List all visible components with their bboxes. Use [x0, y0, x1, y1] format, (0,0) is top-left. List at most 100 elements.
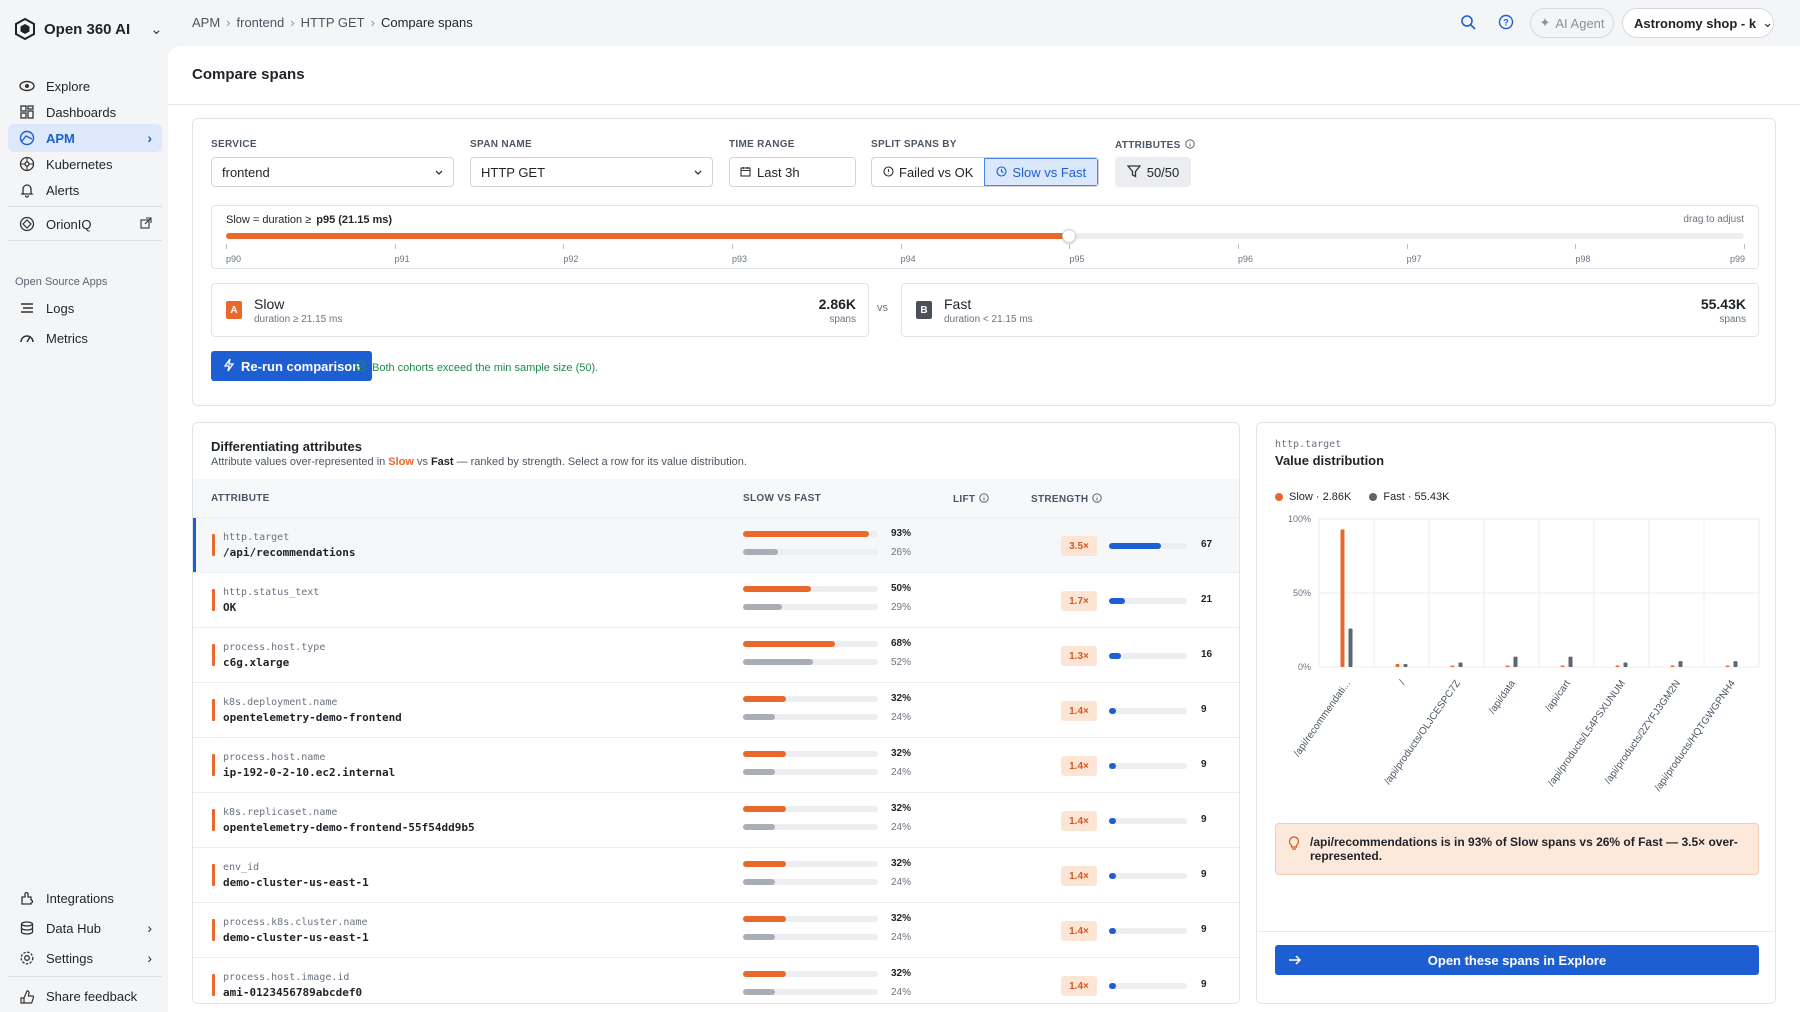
strength-value: 16 [1201, 649, 1213, 660]
sidebar-item-data-hub[interactable]: Data Hub › [8, 914, 162, 942]
attributes-filter-button[interactable]: 50/50 [1115, 157, 1191, 187]
table-row[interactable]: http.target/api/recommendations 93% 26% 3.5… [193, 517, 1239, 573]
slider-tick-label: p95 [1069, 254, 1085, 264]
table-row[interactable]: env_id demo-cluster-us-east-1 32% 24% 1.4× 9 [193, 847, 1239, 902]
breadcrumb-span[interactable]: HTTP GET [301, 15, 365, 30]
filter-icon [1126, 164, 1142, 181]
cohort-b-badge: B [916, 301, 932, 319]
sidebar-item-orioniq[interactable]: OrionIQ [8, 210, 162, 238]
sidebar-item-label: Alerts [46, 182, 80, 198]
time-range-select[interactable]: Last 3h [729, 157, 856, 187]
table-row[interactable]: process.host.type c6g.xlarge 68% 52% 1.3× 16 [193, 627, 1239, 682]
slow-bar [743, 696, 787, 702]
table-row[interactable]: process.k8s.cluster.name demo-cluster-us-… [193, 902, 1239, 957]
strength-track [1109, 983, 1187, 989]
sidebar-item-integrations[interactable]: Integrations [8, 884, 162, 912]
threshold-slider-box: Slow = duration ≥ p95 (21.15 ms) drag to… [211, 205, 1759, 269]
sidebar-item-label: Data Hub [46, 920, 101, 936]
slider-tick [394, 244, 396, 249]
sidebar-item-explore[interactable]: Explore [8, 72, 162, 100]
fast-bar-track [743, 879, 878, 885]
threshold-slider-track[interactable] [226, 229, 1744, 243]
attribute-value: demo-cluster-us-east-1 [223, 876, 369, 889]
sidebar-divider [8, 976, 162, 977]
span-name-select[interactable]: HTTP GET [470, 157, 713, 187]
sidebar-item-label: APM [46, 130, 75, 146]
workspace-selector[interactable]: Astronomy shop - k ⌄ [1622, 8, 1774, 38]
cohort-vs-label: vs [877, 302, 888, 314]
sidebar-divider [8, 240, 162, 241]
row-marker [212, 974, 215, 996]
lift-badge: 1.4× [1061, 811, 1097, 831]
value-distribution-chart: 100% 50% 0% /api/recommendati... //api/produ… [1288, 514, 1760, 794]
sidebar-item-settings[interactable]: Settings › [8, 944, 162, 972]
open-in-explore-button[interactable]: Open these spans in Explore [1275, 945, 1759, 975]
slider-tick-label: p99 [1730, 254, 1746, 264]
strength-track [1109, 598, 1187, 604]
time-range-value: Last 3h [757, 164, 800, 180]
sidebar-item-apm[interactable]: APM › [8, 124, 162, 152]
table-row[interactable]: k8s.replicaset.name opentelemetry-demo-fr… [193, 792, 1239, 847]
help-icon[interactable]: ? [1496, 12, 1516, 32]
attribute-value: c6g.xlarge [223, 656, 290, 669]
chart-bar-fast [1348, 628, 1353, 667]
org-switcher[interactable]: Open 360 AI ⌄ [14, 18, 163, 40]
split-failed-vs-ok[interactable]: Failed vs OK [872, 158, 984, 186]
slider-tick [1575, 244, 1577, 249]
table-row[interactable]: k8s.deployment.name opentelemetry-demo-fr… [193, 682, 1239, 737]
fast-bar-track [743, 824, 878, 830]
metrics-icon [18, 329, 36, 347]
sidebar-item-alerts[interactable]: Alerts [8, 176, 162, 204]
share-feedback-link[interactable]: Share feedback [8, 982, 162, 1010]
table-row[interactable]: process.host.name ip-192-0-2-10.ec2.inter… [193, 737, 1239, 792]
sidebar-item-label: Kubernetes [46, 156, 113, 172]
row-marker [212, 864, 215, 886]
calendar-icon [740, 165, 751, 180]
sidebar-item-dashboards[interactable]: Dashboards [8, 98, 162, 126]
chevron-right-icon: › [370, 15, 375, 30]
slow-pct: 68% [891, 638, 912, 649]
strength-track [1109, 708, 1187, 714]
slider-tick [1406, 244, 1408, 249]
strength-value: 9 [1201, 814, 1207, 825]
sidebar-item-kubernetes[interactable]: Kubernetes [8, 150, 162, 178]
x-tick-label: /api/recommendati... [1292, 678, 1353, 759]
fast-bar-track [743, 934, 878, 940]
service-select[interactable]: frontend [211, 157, 454, 187]
attribute-value: OK [223, 601, 237, 614]
service-label: SERVICE [211, 139, 257, 150]
sidebar-item-metrics[interactable]: Metrics [8, 324, 162, 352]
sidebar-item-label: Dashboards [46, 104, 117, 120]
sidebar-item-label: Settings [46, 950, 93, 966]
sidebar-item-logs[interactable]: Logs [8, 294, 162, 322]
slider-tick-label: p98 [1575, 254, 1591, 264]
slider-tick-label: p90 [226, 254, 242, 264]
split-failed-label: Failed vs OK [899, 164, 974, 180]
strength-track [1109, 818, 1187, 824]
threshold-label-prefix: Slow = duration ≥ [226, 214, 312, 226]
row-marker [212, 809, 215, 831]
lightbulb-icon [1288, 836, 1300, 855]
slider-tick-label: p96 [1238, 254, 1254, 264]
lightning-icon [223, 358, 235, 375]
table-row[interactable]: http.status_text OK 50% 29% 1.7× 21 [193, 572, 1239, 627]
ai-agent-button[interactable]: ✦ AI Agent [1530, 8, 1614, 38]
diff-sub-vs: vs [416, 456, 428, 468]
threshold-slider-handle[interactable] [1062, 229, 1077, 243]
lift-badge: 1.4× [1061, 976, 1097, 996]
clock-icon [996, 165, 1007, 180]
breadcrumb-service[interactable]: frontend [237, 15, 285, 30]
table-row[interactable]: process.host.image.id ami-0123456789abcde… [193, 957, 1239, 1003]
y-tick-label: 50% [1293, 588, 1311, 598]
slow-bar-track [743, 531, 878, 537]
rerun-comparison-button[interactable]: Re-run comparison [211, 351, 373, 381]
slider-tick [1069, 244, 1071, 249]
split-slow-vs-fast[interactable]: Slow vs Fast [984, 158, 1099, 186]
breadcrumb-apm[interactable]: APM [192, 15, 220, 30]
search-icon[interactable] [1458, 12, 1478, 32]
split-toggle: Failed vs OK Slow vs Fast [871, 157, 1100, 187]
sidebar-item-label: OrionIQ [46, 216, 92, 232]
fast-pct: 24% [891, 822, 912, 833]
chevron-right-icon: › [147, 920, 152, 936]
dist-attribute-key: http.target [1275, 439, 1342, 450]
